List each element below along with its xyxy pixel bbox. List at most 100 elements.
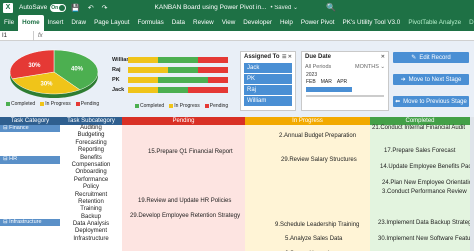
tab-draw[interactable]: Draw [67,15,90,31]
subcategory-item[interactable]: Policy [60,184,122,192]
slicer-item-jack[interactable]: Jack [244,63,292,73]
subcategory-item[interactable]: Data Analysis [60,221,122,229]
completed-card[interactable]: 30.Implement New Software Features [378,236,474,242]
fx-icon[interactable]: fx [38,33,43,39]
subcategory-item[interactable]: Budgeting [60,132,122,140]
subcategory-item[interactable]: Backup [60,214,122,222]
in-progress-card[interactable]: 9.Schedule Leadership Training [275,222,359,228]
pie-data-label: 30% [41,82,54,88]
timeline-scrollbar[interactable] [306,95,384,97]
bar-in-progress[interactable] [128,76,158,83]
subcategory-item[interactable]: Infrastructure [60,236,122,244]
completed-card[interactable]: 24.Plan New Employee Orientation [382,180,474,186]
bar-pending[interactable] [198,56,228,63]
category-hr[interactable]: ⊟ HR [0,156,60,164]
move-next-stage-button[interactable]: ➜ Move to Next Stage [393,74,469,85]
formula-bar: I1 fx [0,30,474,41]
tab-pk-s-utility-tool-v3-0[interactable]: PK's Utility Tool V3.0 [339,15,405,31]
bar-completed[interactable] [158,56,198,63]
subcategory-item[interactable]: Recruitment [60,192,122,199]
legend-swatch [135,104,139,108]
subcategory-item[interactable]: Compensation [60,162,122,170]
bar-category-label: PK [112,76,120,83]
tab-pivottable-analyze[interactable]: PivotTable Analyze [404,15,465,31]
tab-file[interactable]: File [0,15,18,31]
in-progress-card[interactable]: 29.Review Salary Structures [281,157,357,163]
bar-legend-item: Completed [135,103,164,109]
bar-pending[interactable] [208,76,228,83]
title-bar: X AutoSave On 💾 ↶ ↷ KANBAN Board using P… [0,0,474,15]
category-finance[interactable]: ⊟ Finance [0,125,60,133]
bar-completed[interactable] [168,66,198,73]
completed-card[interactable]: 3.Conduct Performance Review [382,189,467,195]
tab-design[interactable]: Design [465,15,474,31]
category-infrastructure[interactable]: ⊟ Infrastructure [0,218,60,226]
bar-row[interactable]: Jack [112,86,228,93]
completed-card[interactable]: 21.Conduct Internal Financial Audit [372,125,465,131]
bar-pending[interactable] [198,66,228,73]
autosave-toggle[interactable]: On [50,3,67,12]
tab-developer[interactable]: Developer [239,15,276,31]
timeline-unit-select[interactable]: MONTHS ⌄ [355,64,385,70]
edit-record-button[interactable]: ✎ Edit Record [393,52,469,63]
bar-completed[interactable] [158,76,208,83]
subcategory-item[interactable]: Performance [60,177,122,185]
tab-page-layout[interactable]: Page Layout [90,15,133,31]
tab-data[interactable]: Data [168,15,189,31]
saved-status[interactable]: • Saved ⌄ [271,4,298,11]
bar-row[interactable]: Raj [112,66,228,73]
slicer-item-william[interactable]: William [244,96,292,106]
subcategory-column: Auditing Budgeting Forecasting Reporting Ben… [60,125,122,251]
bar-completed[interactable] [158,86,188,93]
completed-card[interactable]: 17.Prepare Sales Forecast [384,148,455,154]
bar-track [128,56,228,63]
search-icon[interactable]: 🔍 [326,3,340,12]
subcategory-item[interactable]: Reporting [60,147,122,155]
arrow-right-icon: ➜ [400,77,406,83]
tab-formulas[interactable]: Formulas [133,15,167,31]
subcategory-item[interactable]: Onboarding [60,169,122,177]
slicer-title: Assigned To [244,54,280,60]
pie-legend: Completed In Progress Pending [6,101,99,107]
pending-card[interactable]: 29.Develop Employee Retention Strategy [130,213,240,219]
pending-card[interactable]: 15.Prepare Q1 Financial Report [148,149,233,155]
timeline-month[interactable]: APR [337,79,347,85]
subcategory-item[interactable]: Benefits [60,155,122,162]
in-progress-card[interactable]: 2.Annual Budget Preparation [279,133,356,139]
subcategory-item[interactable]: Training [60,206,122,214]
tab-home[interactable]: Home [18,15,44,31]
completed-card[interactable]: 14.Update Employee Benefits Package [380,164,474,170]
clear-filter-icon[interactable]: ✕ [381,54,385,60]
subcategory-item[interactable]: Forecasting [60,140,122,148]
tab-help[interactable]: Help [276,15,297,31]
completed-card[interactable]: 23.Implement Data Backup Strategy [378,220,474,226]
timeline-month[interactable]: FEB [306,79,316,85]
move-previous-stage-button[interactable]: ⬅ Move to Previous Stage [393,96,469,107]
bar-pending[interactable] [188,86,228,93]
bar-in-progress[interactable] [128,66,168,73]
quick-access-icons[interactable]: 💾 ↶ ↷ [71,4,110,12]
slicer-item-raj[interactable]: Raj [244,85,292,95]
tab-review[interactable]: Review [189,15,218,31]
header-task-category[interactable]: Task Category [0,117,60,125]
header-task-subcategory[interactable]: Task Subcategory [60,117,122,125]
subcategory-item[interactable]: Deployment [60,228,122,236]
subcategory-item[interactable]: Auditing [60,125,122,133]
timeline-selection-bar[interactable] [306,87,352,92]
bar-legend-item: Pending [204,103,228,109]
clear-filter-icon[interactable]: ☰ ✕ [282,54,292,60]
pending-card[interactable]: 19.Review and Update HR Policies [138,198,231,204]
bar-row[interactable]: William [112,56,228,63]
bar-row[interactable]: PK [112,76,228,83]
slicer-item-pk[interactable]: PK [244,74,292,84]
name-box[interactable]: I1 [0,30,34,41]
subcategory-item[interactable]: Retention [60,199,122,207]
in-progress-card[interactable]: 5.Analyze Sales Data [285,236,342,242]
tab-insert[interactable]: Insert [44,15,68,31]
bar-in-progress[interactable] [128,56,158,63]
timeline-month[interactable]: MAR [321,79,332,85]
vertical-scrollbar[interactable] [470,117,474,251]
tab-power-pivot[interactable]: Power Pivot [297,15,339,31]
bar-in-progress[interactable] [128,86,158,93]
tab-view[interactable]: View [218,15,240,31]
